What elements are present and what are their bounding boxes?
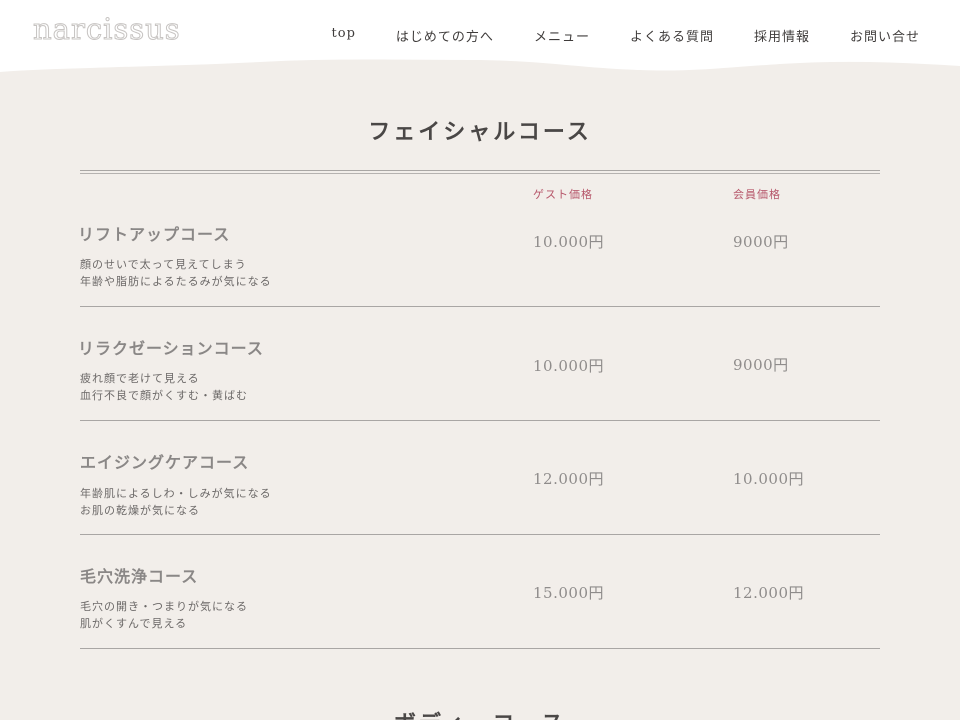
course-row: リラクゼーションコース 疲れ顔で老けて見える 血行不良で顔がくすむ・黄ばむ 10… [78,335,880,421]
guest-price: 15.000円 [533,584,604,602]
member-price: 12.000円 [733,584,804,602]
nav-item-top[interactable]: top [332,26,356,41]
course-description-line: 疲れ顔で老けて見える [80,372,200,385]
course-description-line: 毛穴の開き・つまりが気になる [80,600,248,613]
table-top-rule [80,170,880,171]
course-name: 毛穴洗浄コース [80,567,199,586]
course-name: リラクゼーションコース [78,339,264,358]
nav-item-first-visit[interactable]: はじめての方へ [396,26,494,45]
course-description-line: お肌の乾燥が気になる [80,504,200,517]
course-name: リフトアップコース [78,225,231,244]
member-price: 10.000円 [733,470,804,488]
site-logo[interactable]: narcissus [33,12,181,47]
course-description-line: 年齢肌によるしわ・しみが気になる [80,487,272,500]
nav-item-menu[interactable]: メニュー [534,26,590,45]
course-description-line: 顔のせいで太って見えてしまう [80,258,247,271]
column-header-guest-price: ゲスト価格 [533,188,593,201]
course-description-line: 肌がくすんで見える [80,617,188,630]
site-header: narcissus top はじめての方へ メニュー よくある質問 採用情報 お… [0,0,960,80]
course-row: エイジングケアコース 年齢肌によるしわ・しみが気になる お肌の乾燥が気になる 1… [80,449,880,535]
nav-item-contact[interactable]: お問い合せ [850,26,920,45]
section-title: フェイシャルコース [368,119,592,145]
nav-item-faq[interactable]: よくある質問 [630,26,714,45]
column-header-member-price: 会員価格 [733,188,781,201]
course-row: 毛穴洗浄コース 毛穴の開き・つまりが気になる 肌がくすんで見える 15.000円… [80,563,880,649]
member-price: 9000円 [733,356,789,374]
course-name: エイジングケアコース [80,453,250,472]
table-top-rule-inner [80,173,880,174]
main-nav: top はじめての方へ メニュー よくある質問 採用情報 お問い合せ [332,26,920,45]
guest-price: 10.000円 [533,357,604,375]
course-row: リフトアップコース 顔のせいで太って見えてしまう 年齢や脂肪によるたるみが気にな… [78,221,880,307]
course-description-line: 年齢や脂肪によるたるみが気になる [80,275,272,288]
nav-item-recruit[interactable]: 採用情報 [754,26,810,45]
page: narcissus top はじめての方へ メニュー よくある質問 採用情報 お… [0,0,960,720]
course-description-line: 血行不良で顔がくすむ・黄ばむ [80,389,248,402]
guest-price: 10.000円 [533,233,604,251]
next-section-title: ボディーコース [0,706,960,720]
guest-price: 12.000円 [533,470,604,488]
member-price: 9000円 [733,233,789,251]
